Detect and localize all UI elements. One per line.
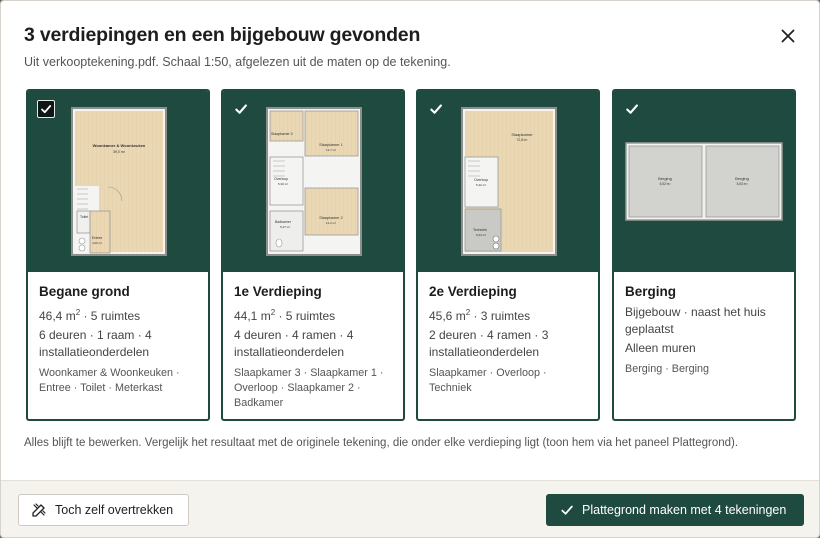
select-checkbox[interactable] bbox=[427, 100, 445, 118]
plan-label-techniek-area: 6,04 m² bbox=[476, 233, 486, 237]
card-title: 2e Verdieping bbox=[429, 284, 517, 299]
plan-label-badkamer: Badkamer bbox=[275, 220, 292, 224]
plan-label-toilet: Toilet bbox=[80, 215, 88, 219]
plan-label-sk2-area: 12,2 m² bbox=[326, 221, 336, 225]
dialog-title: 3 verdiepingen en een bijgebouw gevonden bbox=[24, 24, 421, 46]
floor-plan-thumbnail: Berging 5,52 m² Berging 5,53 m² bbox=[614, 91, 794, 272]
card-room-list: Woonkamer & Woonkeuken · Entree · Toilet… bbox=[39, 367, 180, 394]
card-room-list: Slaapkamer 3 · Slaapkamer 1 · Overloop ·… bbox=[234, 367, 384, 409]
floor-plan-thumbnail: Woonkamer & Woonkeuken 39,0 m² Toilet En… bbox=[28, 91, 208, 272]
plan-label-entree: Entree bbox=[92, 236, 102, 240]
pencil-ruler-icon bbox=[32, 503, 46, 517]
select-checkbox[interactable] bbox=[232, 100, 250, 118]
card-room-list: Slaapkamer · Overloop · Techniek bbox=[429, 367, 547, 394]
card-title: Begane grond bbox=[39, 284, 130, 299]
plan-label-b2: Berging bbox=[735, 176, 749, 181]
card-details: Alleen muren bbox=[625, 341, 696, 355]
card-title: 1e Verdieping bbox=[234, 284, 322, 299]
plan-label-overloop-area: 5,30 m² bbox=[278, 182, 288, 186]
card-title: Berging bbox=[625, 284, 677, 299]
floor-plan-thumbnail: Slaapkamer 3 Slaapkamer 1 13,7 m² Overlo… bbox=[223, 91, 403, 272]
check-icon bbox=[430, 104, 442, 114]
check-icon bbox=[626, 104, 638, 114]
card-details: 6 deuren · 1 raam · 4 installatieonderde… bbox=[39, 328, 152, 359]
trace-manually-button[interactable]: Toch zelf overtrekken bbox=[18, 494, 189, 526]
card-details: 2 deuren · 4 ramen · 3 installatieonderd… bbox=[429, 328, 549, 359]
floor-card-begane-grond[interactable]: Woonkamer & Woonkeuken 39,0 m² Toilet En… bbox=[26, 89, 210, 421]
select-checkbox[interactable] bbox=[623, 100, 641, 118]
select-checkbox[interactable] bbox=[37, 100, 55, 118]
floor-plan-thumbnail: Slaapkamer 72,8 m² Overloop 5,42 m² Tech… bbox=[418, 91, 598, 272]
close-icon bbox=[781, 29, 795, 43]
card-area: 46,4 m2 · 5 ruimtes bbox=[39, 308, 141, 323]
card-room-list: Berging · Berging bbox=[625, 363, 710, 375]
create-floorplan-button[interactable]: Plattegrond maken met 4 tekeningen bbox=[546, 494, 804, 526]
plan-label-overloop: Overloop bbox=[474, 178, 488, 182]
dialog-note: Alles blijft te bewerken. Vergelijk het … bbox=[24, 437, 739, 449]
create-floorplan-label: Plattegrond maken met 4 tekeningen bbox=[582, 503, 787, 517]
plan-label-sk1: Slaapkamer 1 bbox=[319, 143, 342, 147]
plan-label-main: Woonkamer & Woonkeuken bbox=[93, 143, 146, 148]
floor-card-2e-verdieping[interactable]: Slaapkamer 72,8 m² Overloop 5,42 m² Tech… bbox=[416, 89, 600, 421]
dialog-subtitle: Uit verkooptekening.pdf. Schaal 1:50, af… bbox=[24, 55, 451, 69]
plan-label-entree-area: 4,00 m² bbox=[92, 241, 102, 245]
plan-label-overloop-area: 5,42 m² bbox=[476, 183, 486, 187]
floor-card-1e-verdieping[interactable]: Slaapkamer 3 Slaapkamer 1 13,7 m² Overlo… bbox=[221, 89, 405, 421]
plan-label-main-area: 39,0 m² bbox=[113, 150, 126, 154]
check-icon bbox=[561, 505, 573, 515]
close-button[interactable] bbox=[777, 25, 799, 47]
trace-manually-label: Toch zelf overtrekken bbox=[55, 503, 174, 517]
dialog-footer: Toch zelf overtrekken Plattegrond maken … bbox=[1, 480, 819, 537]
card-details: 4 deuren · 4 ramen · 4 installatieonderd… bbox=[234, 328, 354, 359]
plan-label-sk3: Slaapkamer 3 bbox=[271, 132, 293, 136]
card-area: Bijgebouw · naast het huis geplaatst bbox=[625, 305, 766, 336]
plan-label-overloop: Overloop bbox=[274, 177, 288, 181]
plan-label-b2-area: 5,53 m² bbox=[737, 182, 748, 186]
plan-label-b1-area: 5,52 m² bbox=[660, 182, 671, 186]
check-icon bbox=[235, 104, 247, 114]
plan-label-sk: Slaapkamer bbox=[511, 132, 533, 137]
plan-label-sk2: Slaapkamer 2 bbox=[319, 216, 342, 220]
floor-card-berging[interactable]: Berging 5,52 m² Berging 5,53 m² Berging … bbox=[612, 89, 796, 421]
plan-label-b1: Berging bbox=[658, 176, 672, 181]
plan-label-sk-area: 72,8 m² bbox=[517, 138, 528, 142]
plan-label-techniek: Techniek bbox=[473, 228, 487, 232]
card-area: 45,6 m2 · 3 ruimtes bbox=[429, 308, 531, 323]
check-icon bbox=[41, 105, 52, 114]
plan-label-sk1-area: 13,7 m² bbox=[326, 148, 336, 152]
card-area: 44,1 m2 · 5 ruimtes bbox=[234, 308, 336, 323]
import-dialog: 3 verdiepingen en een bijgebouw gevonden… bbox=[0, 0, 820, 538]
plan-label-badkamer-area: 5,47 m² bbox=[280, 225, 290, 229]
